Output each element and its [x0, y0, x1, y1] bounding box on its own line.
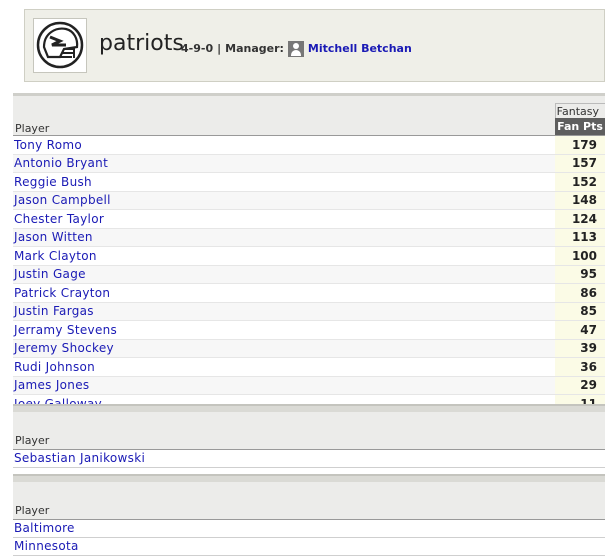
- list-item: Baltimore: [13, 520, 605, 538]
- list-item: Sebastian Janikowski: [13, 450, 605, 468]
- table-row: Chester Taylor 124: [13, 209, 605, 229]
- player-link[interactable]: Reggie Bush: [14, 175, 92, 189]
- player-name-cell: Chester Taylor: [13, 209, 555, 229]
- table-row: Jeremy Shockey 39: [13, 339, 605, 358]
- team-header: patriots 4-9-0 | Manager: Mitchell Betch…: [24, 9, 605, 82]
- fan-pts-cell: 157: [555, 154, 605, 173]
- fan-pts-cell: 39: [555, 339, 605, 358]
- fan-pts-column-header[interactable]: Fan Pts: [555, 118, 605, 136]
- table-row: Justin Fargas 85: [13, 302, 605, 321]
- table-row: Jason Campbell 148: [13, 191, 605, 210]
- defense-section-band: [13, 482, 605, 502]
- manager-label: Manager:: [225, 42, 284, 55]
- player-name-cell: Justin Fargas: [13, 302, 555, 321]
- defense-rows: Baltimore Minnesota: [13, 520, 605, 556]
- player-link[interactable]: James Jones: [14, 378, 89, 392]
- team-name: patriots: [99, 31, 184, 56]
- player-link[interactable]: Jason Witten: [14, 230, 93, 244]
- table-row: Rudi Johnson 36: [13, 357, 605, 377]
- kicker-section-bar: [13, 404, 605, 412]
- fan-pts-cell: 124: [555, 209, 605, 229]
- fan-pts-cell: 29: [555, 376, 605, 395]
- player-name-cell: Mark Clayton: [13, 246, 555, 266]
- player-name-cell: Rudi Johnson: [13, 357, 555, 377]
- kicker-section: Player Sebastian Janikowski: [13, 404, 605, 468]
- roster-header-row: Player Fan Pts: [13, 118, 605, 136]
- roster-body: Tony Romo 179 Antonio Bryant 157 Reggie Bush…: [13, 135, 605, 414]
- player-link[interactable]: Patrick Crayton: [14, 286, 110, 300]
- player-name-cell: Jerramy Stevens: [13, 320, 555, 340]
- table-row: Mark Clayton 100: [13, 246, 605, 266]
- defense-section: Player Baltimore Minnesota: [13, 474, 605, 556]
- roster-top-bar: [13, 93, 605, 104]
- table-row: Justin Gage 95: [13, 265, 605, 284]
- player-link[interactable]: Justin Fargas: [14, 304, 94, 318]
- table-row: Tony Romo 179: [13, 135, 605, 155]
- table-row: Jason Witten 113: [13, 228, 605, 247]
- helmet-icon: [36, 21, 84, 69]
- player-name-cell: Tony Romo: [13, 135, 555, 155]
- player-link[interactable]: Sebastian Janikowski: [14, 451, 145, 465]
- player-link[interactable]: Antonio Bryant: [14, 156, 108, 170]
- fan-pts-cell: 95: [555, 265, 605, 284]
- roster-table: Fantasy Player Fan Pts Tony Romo 179 Anton…: [13, 93, 605, 414]
- player-name-cell: Jason Campbell: [13, 191, 555, 210]
- manager-link[interactable]: Mitchell Betchan: [308, 42, 412, 56]
- team-record: 4-9-0: [181, 42, 214, 55]
- table-row: Reggie Bush 152: [13, 172, 605, 192]
- fan-pts-cell: 113: [555, 228, 605, 247]
- player-name-cell: Justin Gage: [13, 265, 555, 284]
- player-name-cell: Patrick Crayton: [13, 283, 555, 303]
- player-link[interactable]: Jason Campbell: [14, 193, 111, 207]
- fan-pts-cell: 47: [555, 320, 605, 340]
- fan-pts-cell: 179: [555, 135, 605, 155]
- fan-pts-cell: 36: [555, 357, 605, 377]
- fan-pts-cell: 85: [555, 302, 605, 321]
- player-link[interactable]: Mark Clayton: [14, 249, 97, 263]
- kicker-player-header[interactable]: Player: [13, 432, 605, 450]
- player-name-cell: Jason Witten: [13, 228, 555, 247]
- table-row: Antonio Bryant 157: [13, 154, 605, 173]
- player-name-cell: James Jones: [13, 376, 555, 395]
- defense-section-bar: [13, 474, 605, 482]
- player-name-cell: Jeremy Shockey: [13, 339, 555, 358]
- defense-player-header[interactable]: Player: [13, 502, 605, 520]
- fan-pts-cell: 152: [555, 172, 605, 192]
- player-link[interactable]: Jeremy Shockey: [14, 341, 114, 355]
- kicker-section-band: [13, 412, 605, 432]
- player-column-header[interactable]: Player: [13, 118, 555, 136]
- table-row: Jerramy Stevens 47: [13, 320, 605, 340]
- user-icon: [287, 41, 304, 57]
- player-name-cell: Reggie Bush: [13, 172, 555, 192]
- kicker-rows: Sebastian Janikowski: [13, 450, 605, 468]
- player-link[interactable]: Tony Romo: [14, 138, 82, 152]
- team-logo: [33, 18, 87, 73]
- fantasy-group-header: Fantasy: [554, 103, 605, 118]
- fan-pts-cell: 86: [555, 283, 605, 303]
- roster-group-row: Fantasy: [13, 103, 605, 118]
- fan-pts-cell: 148: [555, 191, 605, 210]
- fan-pts-cell: 100: [555, 246, 605, 266]
- player-link[interactable]: Chester Taylor: [14, 212, 104, 226]
- player-link[interactable]: Justin Gage: [14, 267, 86, 281]
- player-name-cell: Antonio Bryant: [13, 154, 555, 173]
- player-link[interactable]: Jerramy Stevens: [14, 323, 117, 337]
- table-row: James Jones 29: [13, 376, 605, 395]
- player-link[interactable]: Rudi Johnson: [14, 360, 95, 374]
- player-link[interactable]: Minnesota: [14, 539, 79, 553]
- list-item: Minnesota: [13, 538, 605, 556]
- team-meta: 4-9-0 | Manager: Mitchell Betchan: [181, 41, 412, 57]
- separator: |: [217, 42, 222, 55]
- player-link[interactable]: Baltimore: [14, 521, 75, 535]
- table-row: Patrick Crayton 86: [13, 283, 605, 303]
